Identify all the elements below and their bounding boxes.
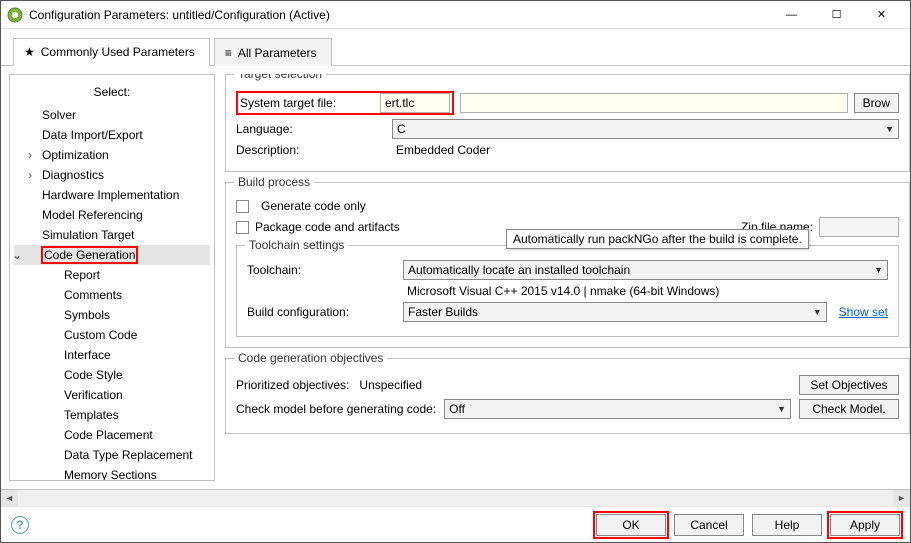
chevron-down-icon: ▼ [874,265,883,275]
group-code-gen-objectives: Code generation objectives Prioritized o… [225,358,910,434]
chevron-down-icon: ▼ [813,307,822,317]
tree-item-custom-code[interactable]: Custom Code [14,325,210,345]
body: Select: Solver Data Import/Export Optimi… [1,66,910,489]
tree-item-data-import-export[interactable]: Data Import/Export [14,125,210,145]
select-value: Automatically locate an installed toolch… [408,263,630,277]
tree-item-memory-sections[interactable]: Memory Sections [14,465,210,481]
chevron-down-icon: ▼ [885,124,894,134]
stf-label: System target file: [240,96,380,110]
apply-button[interactable]: Apply [830,514,900,536]
tab-all-params[interactable]: ≡ All Parameters [214,38,332,66]
tree-item-solver[interactable]: Solver [14,105,210,125]
star-icon: ★ [24,45,35,59]
tree-item-symbols[interactable]: Symbols [14,305,210,325]
window-title: Configuration Parameters: untitled/Confi… [29,8,769,22]
prioritized-objectives-label: Prioritized objectives: [236,378,349,392]
tree-item-code-style[interactable]: Code Style [14,365,210,385]
tree-item-verification[interactable]: Verification [14,385,210,405]
footer: ? OK Cancel Help Apply [1,506,910,542]
cancel-button[interactable]: Cancel [674,514,744,536]
group-title: Code generation objectives [234,351,387,365]
check-model-button[interactable]: Check Model. [799,399,899,419]
minimize-button[interactable]: — [769,1,814,29]
check-model-label: Check model before generating code: [236,402,436,416]
config-params-window: Configuration Parameters: untitled/Confi… [0,0,911,543]
group-build-process: Build process Generate code only Package… [225,182,910,348]
scroll-left-button[interactable]: ◄ [1,490,18,507]
build-config-label: Build configuration: [247,305,397,319]
close-button[interactable]: ✕ [859,1,904,29]
browse-button[interactable]: Brow [854,93,899,113]
group-title: Build process [234,175,314,189]
scroll-track[interactable] [18,490,893,507]
tree-item-diagnostics[interactable]: Diagnostics [14,165,210,185]
zip-file-input [819,217,899,237]
tab-label: All Parameters [238,46,317,60]
context-help-icon[interactable]: ? [11,516,29,534]
select-value: C [397,122,406,136]
tree-item-optimization[interactable]: Optimization [14,145,210,165]
help-button[interactable]: Help [752,514,822,536]
tree-item-hardware-impl[interactable]: Hardware Implementation [14,185,210,205]
select-value: Faster Builds [408,305,478,319]
maximize-button[interactable]: ☐ [814,1,859,29]
generate-code-only-checkbox[interactable] [236,200,249,213]
description-label: Description: [236,143,386,157]
package-code-label: Package code and artifacts [255,220,400,234]
tooltip: Automatically run packNGo after the buil… [506,229,809,249]
category-tree[interactable]: Select: Solver Data Import/Export Optimi… [9,74,215,481]
system-target-file-input[interactable] [380,93,450,113]
list-icon: ≡ [225,46,232,60]
generate-code-only-label: Generate code only [261,199,366,213]
check-model-select[interactable]: Off ▼ [444,399,791,419]
tree-item-data-type-repl[interactable]: Data Type Replacement [14,445,210,465]
tree-item-report[interactable]: Report [14,265,210,285]
chevron-down-icon: ▼ [777,404,786,414]
system-target-file-input-ext[interactable] [460,93,848,113]
tree-item-code-generation[interactable]: Code Generation [14,245,210,265]
window-controls: — ☐ ✕ [769,1,904,29]
toolchain-resolved: Microsoft Visual C++ 2015 v14.0 | nmake … [403,284,723,298]
group-toolchain-settings: Toolchain settings Toolchain: Automatica… [236,245,899,337]
tree-item-label: Code Generation [42,247,137,263]
select-value: Off [449,402,465,416]
group-target-selection: Target selection System target file: Bro… [225,74,910,172]
toolchain-label: Toolchain: [247,263,397,277]
tree-item-templates[interactable]: Templates [14,405,210,425]
tree-item-interface[interactable]: Interface [14,345,210,365]
titlebar: Configuration Parameters: untitled/Confi… [1,1,910,29]
tree-header: Select: [14,81,210,105]
tree-item-model-ref[interactable]: Model Referencing [14,205,210,225]
build-config-select[interactable]: Faster Builds ▼ [403,302,827,322]
toolchain-select[interactable]: Automatically locate an installed toolch… [403,260,888,280]
tree-item-comments[interactable]: Comments [14,285,210,305]
main-panel: Target selection System target file: Bro… [215,66,910,489]
tab-common-params[interactable]: ★ Commonly Used Parameters [13,38,210,66]
app-icon [7,7,23,23]
show-settings-link[interactable]: Show set [839,305,888,319]
set-objectives-button[interactable]: Set Objectives [799,375,899,395]
description-value: Embedded Coder [392,143,494,157]
tab-bar: ★ Commonly Used Parameters ≡ All Paramet… [1,29,910,66]
horizontal-scrollbar[interactable]: ◄ ► [1,489,910,506]
group-title: Target selection [234,74,326,81]
group-title: Toolchain settings [245,238,348,252]
language-label: Language: [236,122,386,136]
language-select[interactable]: C ▼ [392,119,899,139]
prioritized-objectives-value: Unspecified [355,378,426,392]
tab-label: Commonly Used Parameters [41,45,195,59]
scroll-right-button[interactable]: ► [893,490,910,507]
package-code-checkbox[interactable] [236,221,249,234]
tree-item-sim-target[interactable]: Simulation Target [14,225,210,245]
ok-button[interactable]: OK [596,514,666,536]
tree-item-code-placement[interactable]: Code Placement [14,425,210,445]
